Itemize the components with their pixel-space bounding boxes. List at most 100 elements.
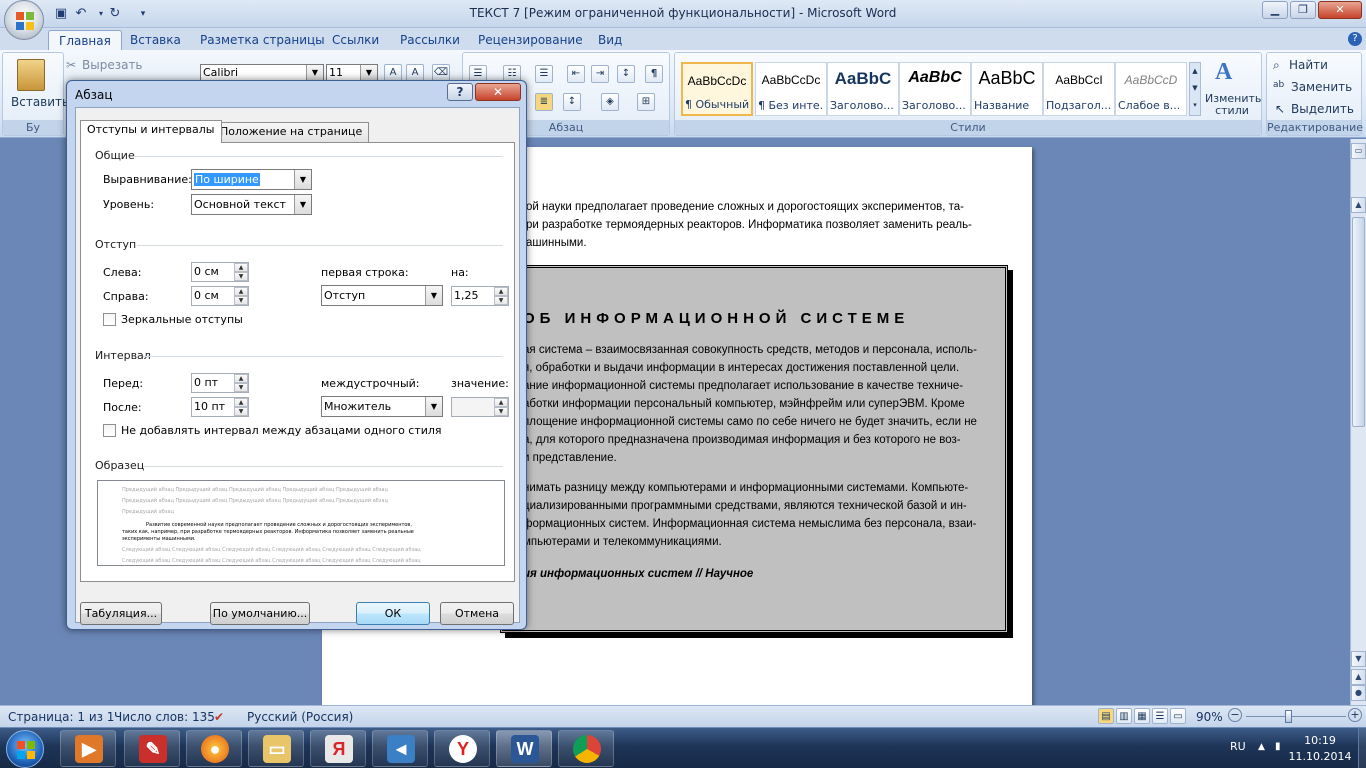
taskbar-audio[interactable]: ◄ — [372, 730, 428, 767]
style-heading-2[interactable]: AaBbC Заголово... — [899, 62, 971, 116]
sort-icon[interactable]: ↕ — [617, 65, 635, 83]
tab-insert[interactable]: Вставка — [120, 30, 191, 50]
taskbar-word[interactable]: W — [496, 730, 552, 767]
help-icon[interactable]: ? — [1348, 32, 1362, 46]
tab-view[interactable]: Вид — [588, 30, 632, 50]
draft-view-icon[interactable]: ▭ — [1170, 708, 1186, 724]
tab-indents-spacing[interactable]: Отступы и интервалы — [80, 120, 222, 143]
mirror-indents-checkbox[interactable] — [103, 313, 116, 326]
spin-down-icon[interactable]: ▼ — [234, 296, 248, 305]
style-no-spacing[interactable]: AaBbCcDc ¶ Без инте... — [755, 62, 827, 116]
level-select[interactable]: Основной текст ▼ — [191, 194, 312, 215]
indent-left-input[interactable]: 0 см ▲ ▼ — [191, 262, 249, 282]
spin-down-icon[interactable]: ▼ — [234, 407, 248, 416]
indent-by-input[interactable]: 1,25 ▲ ▼ — [451, 286, 509, 306]
shading-icon[interactable]: ◈ — [601, 93, 619, 111]
pilcrow-icon[interactable]: ¶ — [645, 65, 663, 83]
select-icon[interactable]: ↖ — [1275, 102, 1285, 116]
taskbar-chrome[interactable] — [558, 730, 614, 767]
find-icon[interactable]: ⌕ — [1273, 58, 1280, 73]
style-subtitle[interactable]: AaBbCcI Подзагол... — [1043, 62, 1115, 116]
dialog-help-button[interactable]: ? — [447, 83, 473, 101]
minimize-button[interactable]: ▁ — [1262, 1, 1288, 19]
style-normal[interactable]: AaBbCcDc ¶ Обычный — [681, 62, 753, 116]
spin-down-icon[interactable]: ▼ — [494, 296, 508, 305]
vertical-scrollbar[interactable]: ▭ ▲ ▼ ▲ ● — [1350, 139, 1366, 705]
style-heading-1[interactable]: AaBbC Заголово... — [827, 62, 899, 116]
spin-down-icon[interactable]: ▼ — [234, 383, 248, 392]
style-subtle-emphasis[interactable]: AaBbCcD Слабое в... — [1115, 62, 1187, 116]
print-layout-view-icon[interactable]: ▤ — [1098, 708, 1114, 724]
find-button[interactable]: Найти — [1289, 58, 1328, 72]
first-line-select[interactable]: Отступ ▼ — [321, 285, 443, 306]
zoom-out-icon[interactable]: − — [1228, 708, 1242, 722]
scroll-down-icon[interactable]: ▼ — [1351, 651, 1366, 667]
paste-button[interactable]: Вставить — [11, 95, 69, 109]
paste-icon[interactable] — [17, 59, 45, 91]
language-indicator[interactable]: Русский (Россия) — [247, 710, 353, 724]
spacing-before-input[interactable]: 0 пт ▲ ▼ — [191, 373, 249, 393]
increase-indent-icon[interactable]: ⇥ — [591, 65, 609, 83]
taskbar-firefox[interactable]: ● — [186, 730, 242, 767]
clock-date[interactable]: 11.10.2014 — [1286, 750, 1354, 763]
multilevel-list-icon[interactable]: ☰ — [535, 65, 553, 83]
select-button[interactable]: Выделить — [1291, 102, 1354, 116]
replace-icon[interactable]: ab — [1273, 80, 1284, 90]
tab-home[interactable]: Главная — [48, 30, 122, 50]
ruler-toggle-icon[interactable]: ▭ — [1351, 143, 1366, 159]
tab-page-layout[interactable]: Разметка страницы — [190, 30, 335, 50]
line-spacing-select[interactable]: Множитель ▼ — [321, 396, 443, 417]
spin-up-icon[interactable]: ▲ — [234, 374, 248, 383]
spacing-at-input[interactable]: ▲ ▼ — [451, 397, 509, 417]
spin-up-icon[interactable]: ▲ — [494, 398, 508, 407]
tab-references[interactable]: Ссылки — [322, 30, 389, 50]
taskbar-photo-editor[interactable]: ✎ — [124, 730, 180, 767]
maximize-button[interactable]: ❐ — [1290, 1, 1316, 19]
tab-mailings[interactable]: Рассылки — [390, 30, 470, 50]
taskbar-yandex-browser[interactable]: Y — [434, 730, 490, 767]
scroll-thumb[interactable] — [1352, 217, 1365, 427]
no-space-same-style-checkbox[interactable] — [103, 424, 116, 437]
spin-up-icon[interactable]: ▲ — [494, 287, 508, 296]
justify-icon[interactable]: ≣ — [535, 93, 553, 111]
spin-up-icon[interactable]: ▲ — [234, 398, 248, 407]
change-styles-icon[interactable]: A — [1215, 59, 1232, 86]
cut-button[interactable]: Вырезать — [82, 58, 143, 72]
zoom-slider-thumb[interactable] — [1285, 710, 1292, 723]
decrease-indent-icon[interactable]: ⇤ — [567, 65, 585, 83]
zoom-in-icon[interactable]: + — [1348, 708, 1362, 722]
indent-right-input[interactable]: 0 см ▲ ▼ — [191, 286, 249, 306]
zoom-slider[interactable] — [1246, 716, 1346, 717]
close-window-button[interactable]: ✕ — [1318, 1, 1362, 19]
spacing-after-input[interactable]: 10 пт ▲ ▼ — [191, 397, 249, 417]
full-screen-view-icon[interactable]: ▥ — [1116, 708, 1132, 724]
start-button[interactable] — [6, 730, 44, 768]
scroll-up-icon[interactable]: ▲ — [1351, 197, 1366, 213]
zoom-level[interactable]: 90% — [1196, 710, 1223, 724]
spellcheck-icon[interactable]: ✔ — [214, 710, 224, 724]
replace-button[interactable]: Заменить — [1291, 80, 1352, 94]
cut-icon[interactable]: ✂ — [66, 58, 76, 72]
office-button[interactable] — [4, 0, 44, 40]
tab-line-page-breaks[interactable]: Положение на странице — [213, 122, 370, 142]
word-count[interactable]: Число слов: 135 — [114, 710, 215, 724]
tray-arrow-icon[interactable]: ▲ — [1258, 742, 1265, 752]
style-title[interactable]: AaBbC Название — [971, 62, 1043, 116]
alignment-select[interactable]: По ширине ▼ — [191, 169, 312, 190]
spin-up-icon[interactable]: ▲ — [234, 263, 248, 272]
network-icon[interactable]: ▮ — [1275, 741, 1281, 752]
borders-icon[interactable]: ⊞ — [637, 93, 655, 111]
line-spacing-icon[interactable]: ↕ — [563, 93, 581, 111]
show-desktop-button[interactable] — [1358, 728, 1366, 768]
page-count[interactable]: Страница: 1 из 1 — [8, 710, 114, 724]
ok-button[interactable]: ОК — [356, 602, 430, 625]
browse-object-icon[interactable]: ● — [1351, 685, 1366, 701]
taskbar-explorer[interactable]: ▭ — [248, 730, 304, 767]
change-styles-button[interactable]: Изменить стили — [1205, 93, 1261, 117]
prev-page-icon[interactable]: ▲ — [1351, 669, 1366, 685]
taskbar-yandex[interactable]: Я — [310, 730, 366, 767]
spin-down-icon[interactable]: ▼ — [234, 272, 248, 281]
cancel-button[interactable]: Отмена — [440, 602, 514, 625]
outline-view-icon[interactable]: ☰ — [1152, 708, 1168, 724]
set-default-button[interactable]: По умолчанию... — [210, 602, 310, 625]
